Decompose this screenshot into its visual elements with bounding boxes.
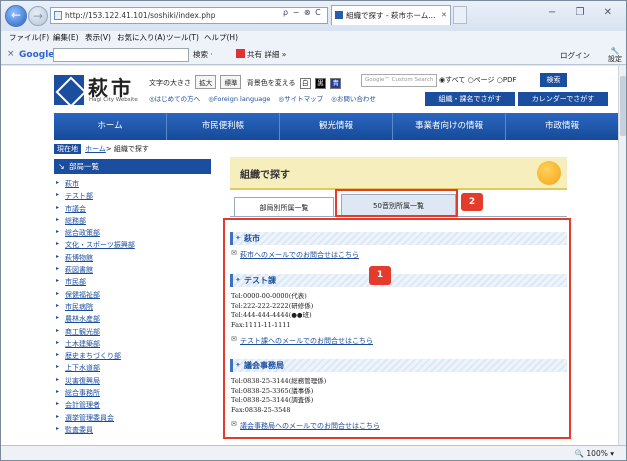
menu-bar: ファイル(F) 編集(E) 表示(V) お気に入り(A) ツール(T) ヘルプ(… (1, 31, 626, 45)
contact-link[interactable]: ◎お問い合わせ (331, 95, 376, 103)
font-enlarge-button[interactable]: 拡大 (195, 75, 217, 89)
org-search-button[interactable]: 組織・課名でさがす (425, 92, 515, 106)
nav-citizen-guide[interactable]: 市民便利帳 (167, 113, 280, 140)
toolbar-close-icon[interactable]: × (7, 49, 15, 59)
settings-button[interactable]: 🔧 設定 (608, 47, 622, 63)
sidebar-item[interactable]: 萩博物館 (56, 253, 206, 265)
site-logo-sub: Hagi City Website (89, 97, 138, 103)
sidebar-item[interactable]: 選挙管理委員会 (56, 413, 206, 425)
google-logo: Google (19, 50, 55, 60)
bg-blue-button[interactable]: 青 (330, 77, 342, 89)
menu-favorites[interactable]: お気に入り(A) (117, 32, 165, 43)
share-icon (236, 49, 245, 58)
sidebar-item[interactable]: 監査委員 (56, 425, 206, 437)
nav-home[interactable]: ホーム (54, 113, 167, 140)
toolbar-search-input[interactable] (53, 48, 189, 62)
callout-badge-2: 2 (461, 193, 483, 211)
sidebar-item[interactable]: 市民病院 (56, 302, 206, 314)
accessibility-row: 文字の大きさ 拡大 標準 背景色を変える 白 黒 青 (149, 75, 342, 89)
sidebar-title: 部局一覧 (54, 159, 211, 174)
detail-link[interactable]: 詳細 » (264, 50, 286, 59)
site-search-input[interactable]: Google™ Custom Search (361, 74, 437, 87)
sidebar-item[interactable]: 保健福祉部 (56, 290, 206, 302)
favicon-icon (335, 11, 343, 19)
sidebar-item[interactable]: 上下水道部 (56, 363, 206, 375)
bg-white-button[interactable]: 白 (299, 77, 311, 89)
callout-badge-1: 1 (369, 266, 391, 285)
sitemap-link[interactable]: ◎サイトマップ (278, 95, 323, 103)
bg-color-label: 背景色を変える (246, 79, 296, 87)
font-standard-button[interactable]: 標準 (220, 75, 242, 89)
sidebar-item[interactable]: 総合政策部 (56, 228, 206, 240)
login-link[interactable]: ログイン (560, 50, 590, 61)
new-tab-button[interactable] (453, 6, 467, 24)
menu-help[interactable]: ヘルプ(H) (204, 32, 238, 43)
share-button[interactable]: 共有 詳細 » (236, 49, 286, 60)
utility-links: ◎はじめての方へ ◎Foreign language ◎サイトマップ ◎お問い合… (149, 93, 382, 103)
sidebar-item[interactable]: 総合事務所 (56, 388, 206, 400)
scrollbar-thumb[interactable] (620, 76, 626, 136)
forward-button[interactable]: → (28, 6, 48, 26)
vertical-scrollbar[interactable] (618, 66, 626, 445)
page-title-banner: 組織で探す (230, 157, 567, 190)
foreign-language-link[interactable]: ◎Foreign language (208, 95, 270, 103)
sidebar-item[interactable]: 市民部 (56, 277, 206, 289)
sidebar-list: 萩市テスト部市議会総務部総合政策部文化・スポーツ振興部萩博物館萩図書館市民部保健… (56, 179, 206, 437)
wrench-icon: 🔧 (610, 47, 620, 55)
sidebar-item[interactable]: 商工観光部 (56, 327, 206, 339)
page-icon (54, 11, 62, 20)
hagi-logo-icon[interactable] (54, 75, 84, 105)
breadcrumb-home-link[interactable]: ホーム (85, 145, 106, 153)
tab-title: 組織で探す - 萩市ホーム... (346, 11, 436, 20)
breadcrumb-here-label: 現在地 (54, 144, 81, 154)
highlight-box-1 (223, 218, 571, 439)
status-bar: 🔍 100% ▾ (1, 445, 626, 460)
search-scope-radios[interactable]: ◉すべて ○ページ ○PDF (439, 75, 517, 85)
google-toolbar: × Google 検索 · 共有 詳細 » ログイン 🔧 設定 (1, 45, 626, 65)
sidebar-item[interactable]: 会計管理者 (56, 400, 206, 412)
tab-close-icon[interactable]: ✕ (441, 11, 447, 19)
sidebar-item[interactable]: 総務部 (56, 216, 206, 228)
beginners-link[interactable]: ◎はじめての方へ (149, 95, 200, 103)
sidebar-item[interactable]: テスト部 (56, 191, 206, 203)
sidebar-item[interactable]: 萩市 (56, 179, 206, 191)
breadcrumb-current: > 組織で探す (105, 145, 149, 153)
sidebar-item[interactable]: 土木建築部 (56, 339, 206, 351)
natsumikan-icon (537, 161, 561, 185)
nav-city-admin[interactable]: 市政情報 (506, 113, 618, 140)
address-bar-row: ← → http://153.122.41.101/soshiki/index.… (1, 1, 626, 31)
nav-tourism[interactable]: 観光情報 (280, 113, 393, 140)
menu-tools[interactable]: ツール(T) (166, 32, 199, 43)
page-title: 組織で探す (240, 170, 290, 181)
sidebar-item[interactable]: 文化・スポーツ振興部 (56, 240, 206, 252)
menu-view[interactable]: 表示(V) (85, 32, 111, 43)
font-size-label: 文字の大きさ (149, 79, 191, 87)
sidebar-item[interactable]: 災害復興局 (56, 376, 206, 388)
zoom-control[interactable]: 🔍 100% ▾ (575, 449, 614, 458)
toolbar-search-button[interactable]: 検索 · (193, 49, 213, 60)
back-button[interactable]: ← (5, 5, 27, 27)
calendar-search-button[interactable]: カレンダーでさがす (518, 92, 608, 106)
highlight-box-2 (335, 189, 458, 217)
global-nav: ホーム 市民便利帳 観光情報 事業者向けの情報 市政情報 (54, 113, 618, 140)
sidebar-item[interactable]: 歴史まちづくり部 (56, 351, 206, 363)
nav-business[interactable]: 事業者向けの情報 (393, 113, 506, 140)
window-controls[interactable]: − ❐ ✕ (548, 7, 620, 18)
sidebar-item[interactable]: 市議会 (56, 204, 206, 216)
tab-by-department[interactable]: 部局別所属一覧 (234, 197, 334, 217)
url-tools[interactable]: ρ − ⊗ C (283, 8, 322, 17)
site-search-button[interactable]: 検索 (540, 73, 567, 87)
breadcrumb: 現在地 ホーム> 組織で探す (54, 144, 149, 154)
bg-black-button[interactable]: 黒 (314, 77, 326, 89)
web-page: 萩市 Hagi City Website 文字の大きさ 拡大 標準 背景色を変え… (1, 66, 618, 445)
browser-window: ← → http://153.122.41.101/soshiki/index.… (0, 0, 627, 461)
sidebar-item[interactable]: 農林水産部 (56, 314, 206, 326)
menu-edit[interactable]: 編集(E) (53, 32, 79, 43)
browser-tab[interactable]: 組織で探す - 萩市ホーム... (331, 5, 451, 25)
menu-file[interactable]: ファイル(F) (9, 32, 49, 43)
url-text: http://153.122.41.101/soshiki/index.php (65, 11, 216, 20)
sidebar-item[interactable]: 萩図書館 (56, 265, 206, 277)
